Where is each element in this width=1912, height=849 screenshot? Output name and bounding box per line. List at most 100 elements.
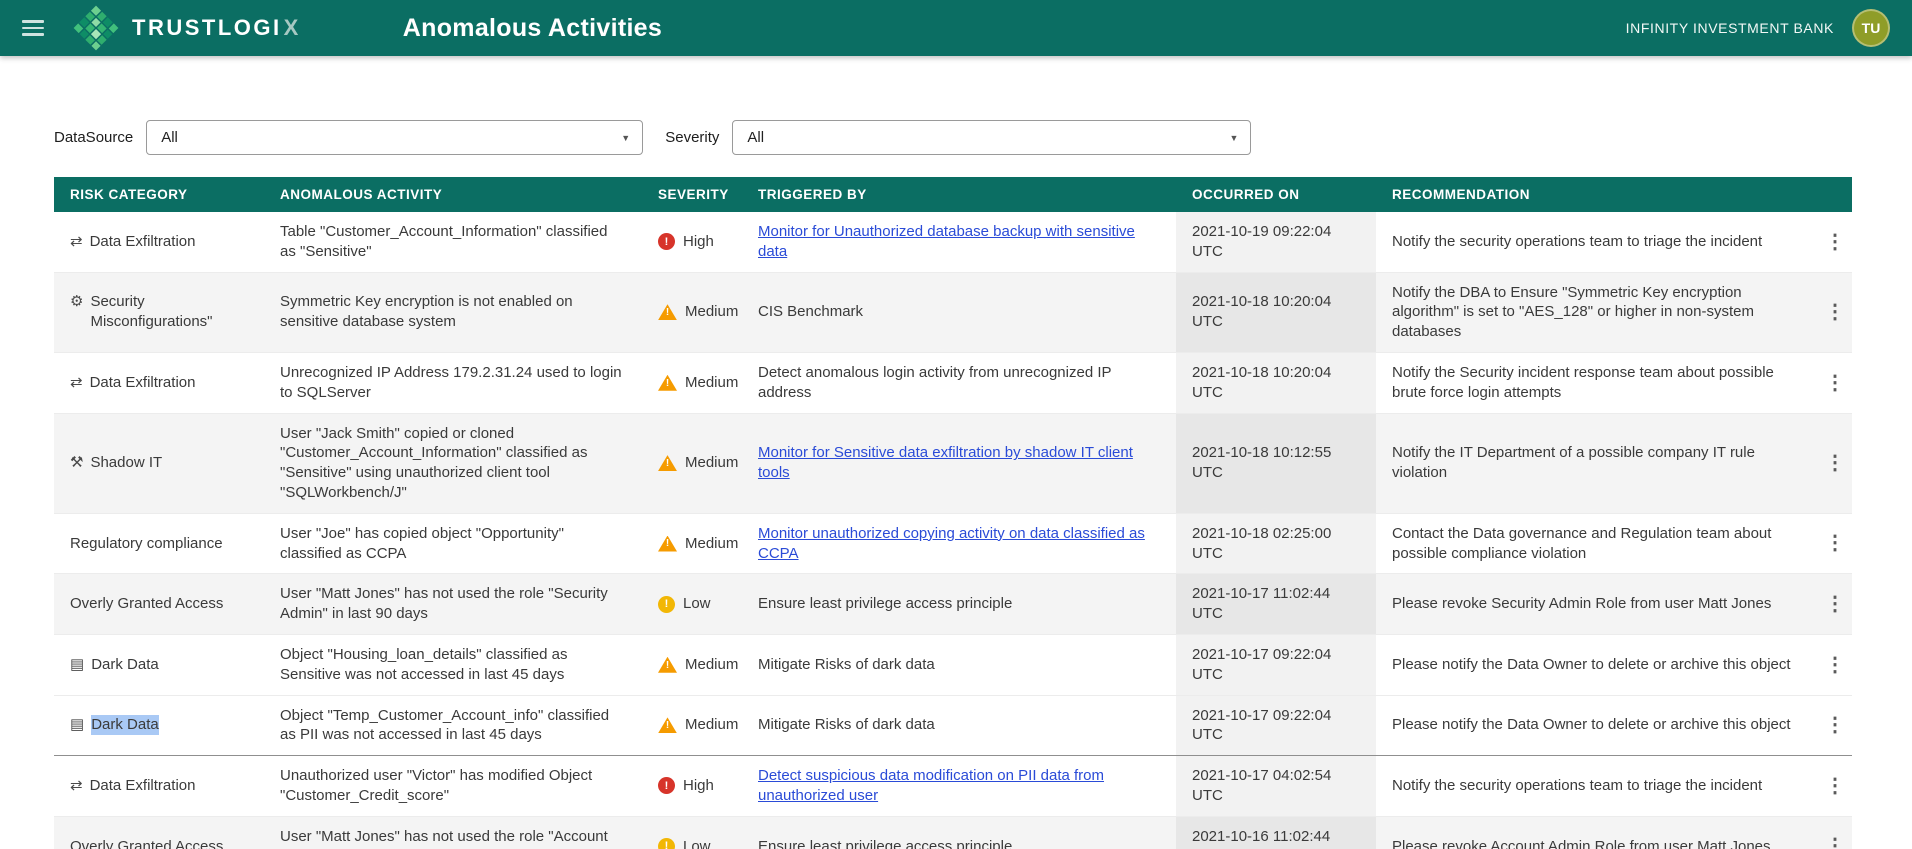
recommendation-text: Please revoke Account Admin Role from us… bbox=[1376, 816, 1809, 849]
triggered-by-text[interactable]: Monitor unauthorized copying activity on… bbox=[758, 525, 1145, 562]
occurred-on-date: 2021-10-17 09:22:04 bbox=[1192, 706, 1332, 724]
recommendation-text: Please notify the Data Owner to delete o… bbox=[1376, 634, 1809, 696]
occurred-on-date: 2021-10-17 04:02:54 bbox=[1192, 767, 1332, 785]
anomalous-activity-text: User "Matt Jones" has not used the role … bbox=[264, 573, 642, 635]
risk-category-label: Dark Data bbox=[91, 715, 159, 736]
occurred-on-timezone: UTC bbox=[1192, 605, 1223, 623]
occurred-on-date: 2021-10-18 10:20:04 bbox=[1192, 293, 1332, 311]
table-row[interactable]: ▤ Dark Data Object "Housing_loan_details… bbox=[54, 634, 1852, 696]
anomalous-activity-text: Object "Temp_Customer_Account_info" clas… bbox=[264, 694, 642, 757]
anomalous-activity-text: Unauthorized user "Victor" has modified … bbox=[264, 755, 642, 817]
severity-selected-value: All bbox=[747, 129, 765, 146]
chevron-down-icon: ▼ bbox=[621, 132, 631, 143]
table-header-row: RISK CATEGORY ANOMALOUS ACTIVITY SEVERITY T… bbox=[54, 177, 1852, 212]
datasource-label: DataSource bbox=[54, 129, 134, 146]
risk-category-label: Data Exfiltration bbox=[89, 232, 196, 250]
triggered-by-text: Ensure least privilege access principle bbox=[758, 837, 1013, 849]
table-row[interactable]: ⚒ Shadow IT User "Jack Smith" copied or … bbox=[54, 413, 1852, 514]
severity-select[interactable]: All ▼ bbox=[732, 120, 1252, 155]
occurred-on-timezone: UTC bbox=[1192, 383, 1223, 401]
anomalous-activity-text: Symmetric Key encryption is not enabled … bbox=[264, 272, 642, 353]
risk-category-label: Overly Granted Access bbox=[70, 837, 224, 849]
severity-icon: ! bbox=[658, 656, 677, 673]
table-body: ⇄ Data Exfiltration Table "Customer_Acco… bbox=[54, 212, 1852, 849]
row-kebab-menu-icon[interactable]: ⋮ bbox=[1809, 513, 1852, 575]
table-row[interactable]: ⚙ Security Misconfigurations" Symmetric … bbox=[54, 272, 1852, 353]
risk-category-label: Shadow IT bbox=[90, 454, 163, 472]
datasource-selected-value: All bbox=[161, 129, 178, 146]
row-kebab-menu-icon[interactable]: ⋮ bbox=[1809, 413, 1852, 514]
triggered-by-text[interactable]: Monitor for Sensitive data exfiltration … bbox=[758, 444, 1133, 481]
severity-label: Medium bbox=[685, 655, 739, 673]
risk-category-label: Security Misconfigurations" bbox=[90, 293, 213, 331]
column-header[interactable]: RECOMMENDATION bbox=[1376, 177, 1809, 212]
table-row[interactable]: ⇄ Data Exfiltration Unauthorized user "V… bbox=[54, 755, 1852, 817]
column-header[interactable]: TRIGGERED BY bbox=[742, 177, 1176, 212]
severity-icon: ! bbox=[658, 838, 675, 849]
severity-label: Medium bbox=[685, 373, 739, 391]
row-kebab-menu-icon[interactable]: ⋮ bbox=[1809, 212, 1852, 273]
occurred-on-date: 2021-10-17 09:22:04 bbox=[1192, 645, 1332, 663]
severity-icon: ! bbox=[658, 304, 677, 321]
occurred-on-date: 2021-10-18 02:25:00 bbox=[1192, 524, 1332, 542]
triggered-by-text: Ensure least privilege access principle bbox=[758, 595, 1013, 613]
anomalous-activity-text: User "Joe" has copied object "Opportunit… bbox=[264, 513, 642, 575]
triggered-by-text: Mitigate Risks of dark data bbox=[758, 716, 935, 734]
occurred-on-timezone: UTC bbox=[1192, 544, 1223, 562]
occurred-on-timezone: UTC bbox=[1192, 786, 1223, 804]
logo-diamond-icon bbox=[73, 5, 119, 51]
row-kebab-menu-icon[interactable]: ⋮ bbox=[1809, 694, 1852, 757]
recommendation-text: Contact the Data governance and Regulati… bbox=[1376, 513, 1809, 575]
risk-category-label: Dark Data bbox=[91, 655, 159, 673]
severity-label: Medium bbox=[685, 716, 739, 734]
triggered-by-text: Mitigate Risks of dark data bbox=[758, 655, 935, 673]
severity-label: Medium bbox=[685, 303, 739, 321]
chevron-down-icon: ▼ bbox=[1229, 132, 1239, 143]
severity-icon: ! bbox=[658, 374, 677, 391]
recommendation-text: Notify the DBA to Ensure "Symmetric Key … bbox=[1376, 272, 1809, 353]
table-row[interactable]: ⇄ Data Exfiltration Table "Customer_Acco… bbox=[54, 212, 1852, 273]
column-header[interactable]: ANOMALOUS ACTIVITY bbox=[264, 177, 642, 212]
row-kebab-menu-icon[interactable]: ⋮ bbox=[1809, 816, 1852, 849]
table-row[interactable]: Regulatory compliance User "Joe" has cop… bbox=[54, 513, 1852, 575]
table-row[interactable]: ⇄ Data Exfiltration Unrecognized IP Addr… bbox=[54, 352, 1852, 414]
page-title: Anomalous Activities bbox=[402, 13, 663, 42]
column-header[interactable]: SEVERITY bbox=[642, 177, 742, 212]
triggered-by-text: CIS Benchmark bbox=[758, 303, 864, 321]
severity-icon: ! bbox=[658, 777, 675, 795]
anomalous-activity-text: User "Matt Jones" has not used the role … bbox=[264, 816, 642, 849]
table-row[interactable]: Overly Granted Access User "Matt Jones" … bbox=[54, 573, 1852, 635]
severity-icon: ! bbox=[658, 455, 677, 472]
severity-icon: ! bbox=[658, 595, 675, 613]
row-kebab-menu-icon[interactable]: ⋮ bbox=[1809, 352, 1852, 414]
dark-data-icon: ▤ bbox=[70, 716, 85, 734]
trustlogix-logo: TRUSTLOGIX bbox=[73, 5, 301, 51]
user-avatar[interactable]: TU bbox=[1852, 9, 1890, 47]
recommendation-text: Notify the security operations team to t… bbox=[1376, 755, 1809, 817]
anomalous-activity-text: Object "Housing_loan_details" classified… bbox=[264, 634, 642, 696]
occurred-on-date: 2021-10-17 11:02:44 bbox=[1192, 585, 1331, 603]
row-kebab-menu-icon[interactable]: ⋮ bbox=[1809, 634, 1852, 696]
data-exfiltration-icon: ⇄ bbox=[70, 232, 83, 250]
table-row[interactable]: ▤ Dark Data Object "Temp_Customer_Accoun… bbox=[54, 694, 1852, 757]
recommendation-text: Notify the Security incident response te… bbox=[1376, 352, 1809, 414]
severity-icon: ! bbox=[658, 535, 677, 552]
column-header[interactable]: RISK CATEGORY bbox=[54, 177, 264, 212]
severity-icon: ! bbox=[658, 233, 675, 251]
organization-name: INFINITY INVESTMENT BANK bbox=[1625, 20, 1834, 36]
row-kebab-menu-icon[interactable]: ⋮ bbox=[1809, 573, 1852, 635]
row-kebab-menu-icon[interactable]: ⋮ bbox=[1809, 272, 1852, 353]
occurred-on-timezone: UTC bbox=[1192, 726, 1223, 744]
recommendation-text: Notify the security operations team to t… bbox=[1376, 212, 1809, 273]
triggered-by-text[interactable]: Detect suspicious data modification on P… bbox=[758, 767, 1104, 804]
column-header[interactable]: OCCURRED ON bbox=[1176, 177, 1376, 212]
table-row[interactable]: Overly Granted Access User "Matt Jones" … bbox=[54, 816, 1852, 849]
brand-name: TRUSTLOGIX bbox=[132, 15, 301, 40]
row-kebab-menu-icon[interactable]: ⋮ bbox=[1809, 755, 1852, 817]
severity-label: High bbox=[683, 232, 714, 250]
datasource-select[interactable]: All ▼ bbox=[146, 120, 644, 155]
triggered-by-text[interactable]: Monitor for Unauthorized database backup… bbox=[758, 223, 1135, 260]
data-exfiltration-icon: ⇄ bbox=[70, 777, 83, 795]
hamburger-menu-icon[interactable] bbox=[22, 20, 44, 36]
severity-label: Low bbox=[683, 595, 711, 613]
